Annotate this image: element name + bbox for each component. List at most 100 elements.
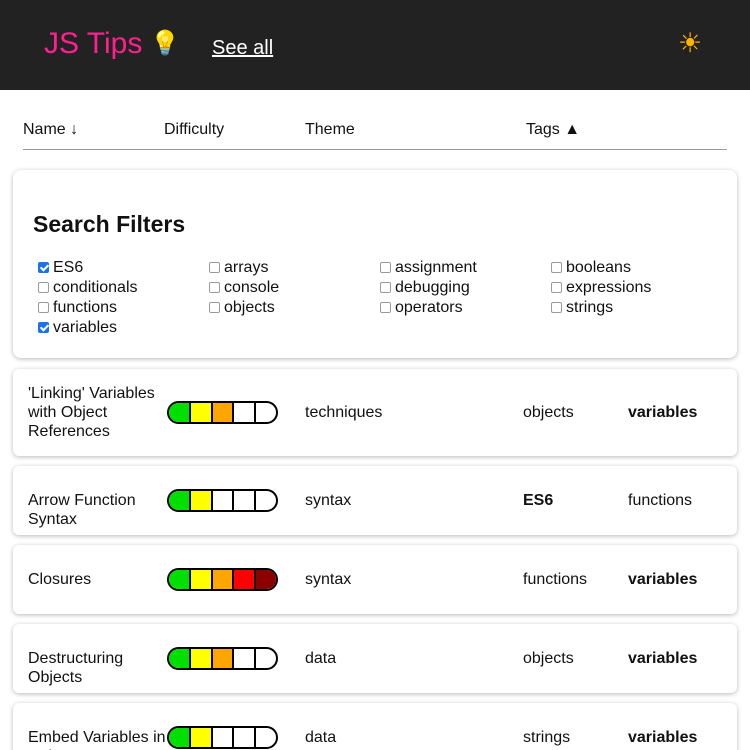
difficulty-segment — [256, 403, 276, 422]
difficulty-segment — [169, 570, 191, 589]
filter-label: arrays — [224, 259, 269, 276]
tip-card[interactable]: 'Linking' Variables with Object Referenc… — [13, 369, 737, 456]
difficulty-segment — [169, 491, 191, 510]
filter-checkbox[interactable] — [551, 262, 562, 273]
tip-tag[interactable]: variables — [628, 403, 697, 423]
tip-name: Closures — [28, 571, 92, 588]
app-title[interactable]: JS Tips 💡 — [44, 26, 180, 62]
filter-label: operators — [395, 299, 463, 316]
filter-label: ES6 — [53, 259, 84, 276]
difficulty-segment — [256, 728, 276, 747]
tip-tag[interactable]: objects — [523, 403, 574, 423]
filter-option-expressions[interactable]: expressions — [551, 278, 651, 298]
filter-option-variables[interactable]: variables — [38, 318, 117, 338]
filter-label: debugging — [395, 279, 470, 296]
filter-checkbox[interactable] — [38, 302, 49, 313]
filter-option-objects[interactable]: objects — [209, 298, 275, 318]
tip-tag[interactable]: functions — [628, 491, 692, 511]
app-title-text[interactable]: JS Tips — [44, 27, 142, 60]
filter-checkbox[interactable] — [38, 262, 49, 273]
tip-theme: techniques — [305, 404, 383, 421]
tip-name: Embed Variables in Strings — [28, 729, 166, 750]
difficulty-segment — [256, 491, 276, 510]
difficulty-segment — [190, 403, 213, 422]
tip-name: 'Linking' Variables with Object Referenc… — [28, 385, 155, 440]
filter-checkbox[interactable] — [209, 282, 220, 293]
filter-option-conditionals[interactable]: conditionals — [38, 278, 138, 298]
difficulty-segment — [190, 491, 213, 510]
filter-option-booleans[interactable]: booleans — [551, 258, 631, 278]
filter-checkbox[interactable] — [380, 262, 391, 273]
difficulty-segment — [234, 728, 257, 747]
top-bar: JS Tips 💡 See all ☀ — [0, 0, 750, 90]
tip-theme: data — [305, 729, 337, 746]
search-filters-panel: Search Filters ES6 arrays assignment boolea… — [13, 170, 737, 358]
tip-tag[interactable]: variables — [628, 649, 697, 669]
difficulty-meter — [167, 568, 278, 591]
difficulty-meter — [167, 647, 278, 670]
tip-card[interactable]: Embed Variables in Strings data strings var… — [13, 703, 737, 750]
tip-tag[interactable]: ES6 — [523, 491, 553, 511]
tip-theme: syntax — [305, 492, 352, 509]
lightbulb-icon: 💡 — [150, 30, 181, 57]
filter-option-operators[interactable]: operators — [380, 298, 463, 318]
tip-tag[interactable]: variables — [628, 728, 697, 748]
filter-checkbox[interactable] — [380, 282, 391, 293]
filter-checkbox[interactable] — [551, 282, 562, 293]
filter-label: expressions — [566, 279, 652, 296]
tip-theme: data — [305, 650, 337, 667]
filter-label: console — [224, 279, 280, 296]
tip-name: Destructuring Objects — [28, 650, 124, 686]
filter-label: assignment — [395, 259, 477, 276]
tip-name: Arrow Function Syntax — [28, 492, 136, 528]
difficulty-segment — [190, 570, 213, 589]
filter-checkbox[interactable] — [209, 302, 220, 313]
difficulty-segment — [213, 491, 235, 510]
difficulty-segment — [256, 570, 276, 589]
sort-by-theme-header[interactable]: Theme — [305, 120, 355, 140]
filter-option-assignment[interactable]: assignment — [380, 258, 477, 278]
difficulty-segment — [256, 649, 276, 668]
difficulty-segment — [190, 728, 213, 747]
tip-card[interactable]: Destructuring Objects data objects variable… — [13, 624, 737, 693]
sort-by-name-header[interactable]: Name ↓ — [23, 120, 78, 140]
filter-label: booleans — [566, 259, 631, 276]
sort-by-difficulty-header[interactable]: Difficulty — [164, 120, 224, 140]
filter-checkbox[interactable] — [38, 322, 49, 333]
filter-label: functions — [53, 299, 118, 316]
filter-checkbox[interactable] — [380, 302, 391, 313]
difficulty-meter — [167, 726, 278, 749]
difficulty-meter — [167, 489, 278, 512]
tip-tag[interactable]: functions — [523, 570, 587, 590]
sort-by-tags-header[interactable]: Tags ▲ — [526, 120, 580, 140]
difficulty-segment — [190, 649, 213, 668]
search-filters-heading: Search Filters — [33, 211, 186, 237]
tip-card[interactable]: Closures syntax functions variables — [13, 545, 737, 614]
filter-checkbox[interactable] — [38, 282, 49, 293]
tip-tag[interactable]: variables — [628, 570, 697, 590]
filter-label: strings — [566, 299, 614, 316]
filter-option-es6[interactable]: ES6 — [38, 258, 83, 278]
difficulty-segment — [213, 728, 235, 747]
filter-option-strings[interactable]: strings — [551, 298, 613, 318]
filter-checkbox[interactable] — [209, 262, 220, 273]
filter-label: conditionals — [53, 279, 138, 296]
filter-checkbox[interactable] — [551, 302, 562, 313]
filter-option-arrays[interactable]: arrays — [209, 258, 268, 278]
filter-label: variables — [53, 319, 118, 336]
difficulty-segment — [212, 649, 235, 668]
difficulty-segment — [169, 649, 191, 668]
difficulty-segment — [212, 403, 235, 422]
filter-option-functions[interactable]: functions — [38, 298, 117, 318]
tip-tag[interactable]: strings — [523, 728, 570, 748]
see-all-link[interactable]: See all — [212, 36, 273, 60]
tip-card[interactable]: Arrow Function Syntax syntax ES6 functions — [13, 466, 737, 535]
difficulty-segment — [234, 491, 257, 510]
tip-tag[interactable]: objects — [523, 649, 574, 669]
difficulty-segment — [234, 403, 257, 422]
filter-option-debugging[interactable]: debugging — [380, 278, 470, 298]
filter-option-console[interactable]: console — [209, 278, 279, 298]
difficulty-segment — [169, 403, 191, 422]
tip-theme: syntax — [305, 571, 352, 588]
sun-icon[interactable]: ☀ — [674, 27, 706, 59]
